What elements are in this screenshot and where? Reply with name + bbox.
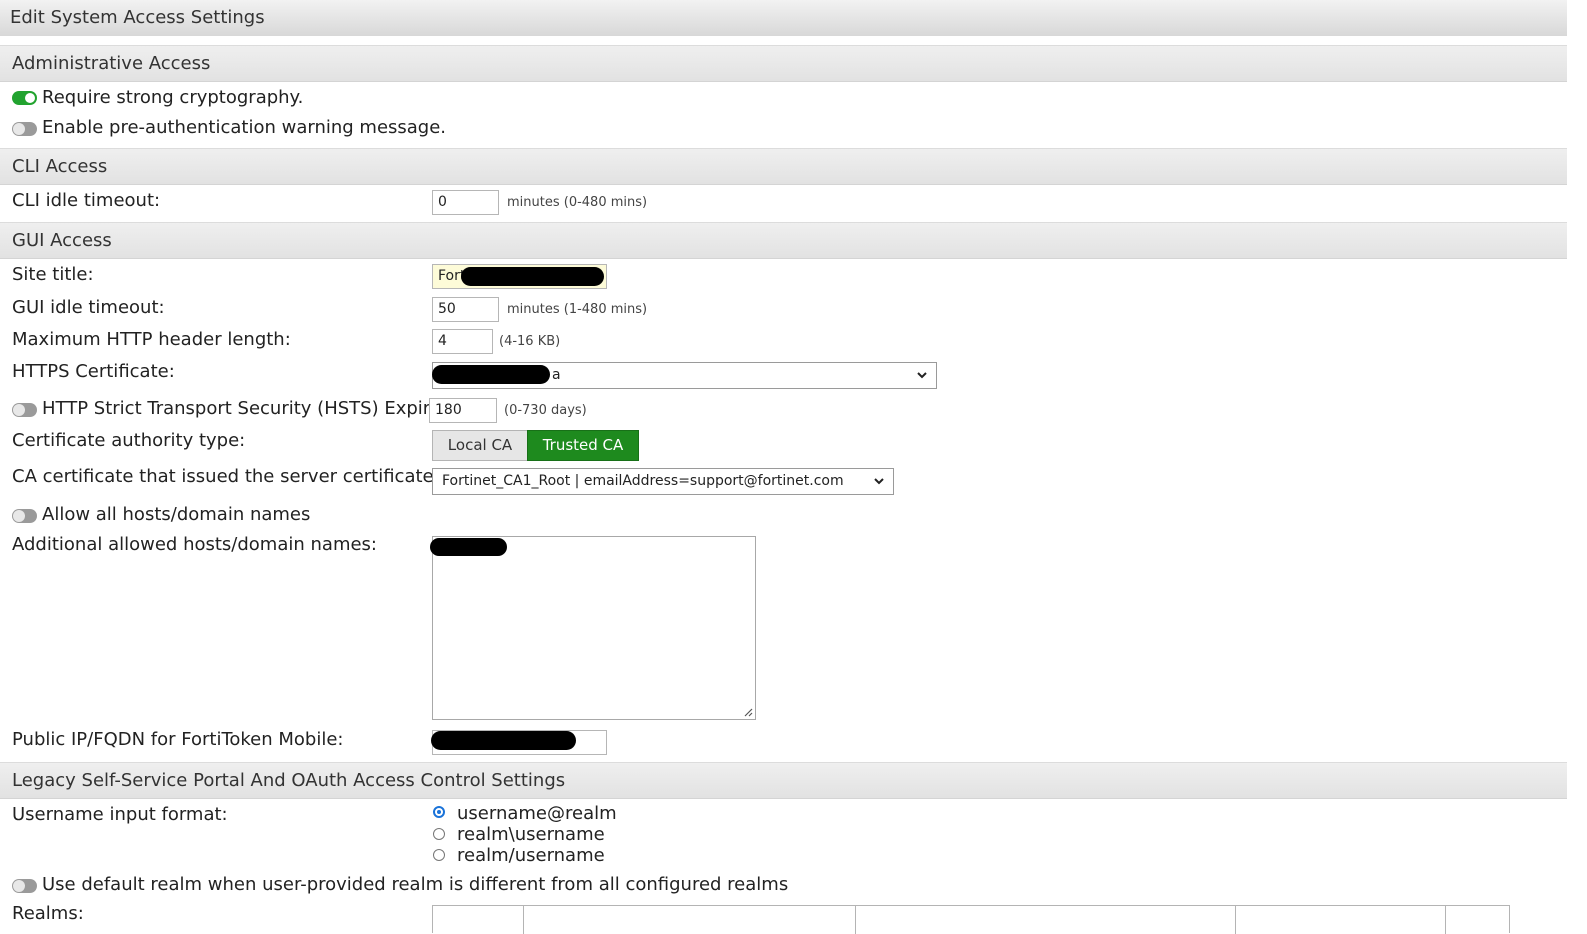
gui-idle-timeout-label: GUI idle timeout: xyxy=(12,297,165,318)
https-certificate-label: HTTPS Certificate: xyxy=(12,361,175,382)
fortitoken-label: Public IP/FQDN for FortiToken Mobile: xyxy=(12,729,344,750)
section-legacy-portal: Legacy Self-Service Portal And OAuth Acc… xyxy=(0,762,1567,799)
username-format-label: Username input format: xyxy=(12,804,228,825)
default-realm-label: Use default realm when user-provided rea… xyxy=(42,874,789,895)
hsts-expiry-input[interactable]: 180 xyxy=(429,398,497,423)
table-divider xyxy=(1235,906,1236,934)
gui-idle-timeout-input[interactable]: 50 xyxy=(432,297,499,322)
hsts-expiry-hint: (0-730 days) xyxy=(504,403,587,418)
redaction-mark xyxy=(432,365,550,384)
https-certificate-value: a xyxy=(552,367,561,383)
table-divider xyxy=(523,906,524,934)
radio-username-at-realm[interactable] xyxy=(433,806,445,818)
radio-username-at-realm-label: username@realm xyxy=(457,803,617,824)
realms-label: Realms: xyxy=(12,903,84,924)
ca-type-label: Certificate authority type: xyxy=(12,430,246,451)
local-ca-button[interactable]: Local CA xyxy=(432,430,528,461)
allow-all-hosts-toggle[interactable] xyxy=(12,509,37,523)
section-administrative-access: Administrative Access xyxy=(0,45,1567,82)
cli-idle-timeout-hint: minutes (0-480 mins) xyxy=(507,195,648,210)
realms-table[interactable] xyxy=(432,905,1510,934)
additional-hosts-label: Additional allowed hosts/domain names: xyxy=(12,534,377,555)
trusted-ca-button[interactable]: Trusted CA xyxy=(527,430,639,461)
http-header-length-label: Maximum HTTP header length: xyxy=(12,329,291,350)
strong-crypto-label: Require strong cryptography. xyxy=(42,87,304,108)
radio-realm-slash-username-label: realm/username xyxy=(457,845,605,866)
pre-auth-warning-toggle[interactable] xyxy=(12,122,37,136)
radio-realm-backslash-username-label: realm\username xyxy=(457,824,605,845)
table-divider xyxy=(1445,906,1446,934)
chevron-down-icon xyxy=(917,372,927,379)
cli-idle-timeout-input[interactable]: 0 xyxy=(432,190,499,215)
site-title-label: Site title: xyxy=(12,264,94,285)
table-divider xyxy=(855,906,856,934)
ca-cert-select[interactable]: Fortinet_CA1_Root | emailAddress=support… xyxy=(432,468,894,495)
chevron-down-icon xyxy=(874,478,884,485)
resize-handle-icon[interactable] xyxy=(743,707,753,717)
section-cli-access: CLI Access xyxy=(0,148,1567,185)
redaction-mark xyxy=(461,267,604,286)
ca-cert-label: CA certificate that issued the server ce… xyxy=(12,466,440,487)
page-title: Edit System Access Settings xyxy=(0,0,1567,36)
section-gui-access: GUI Access xyxy=(0,222,1567,259)
http-header-length-hint: (4-16 KB) xyxy=(499,334,561,349)
allow-all-hosts-label: Allow all hosts/domain names xyxy=(42,504,311,525)
pre-auth-warning-label: Enable pre-authentication warning messag… xyxy=(42,117,447,138)
additional-hosts-textarea[interactable] xyxy=(432,536,756,720)
cli-idle-timeout-label: CLI idle timeout: xyxy=(12,190,161,211)
redaction-mark xyxy=(430,538,507,556)
default-realm-toggle[interactable] xyxy=(12,879,37,893)
radio-realm-slash-username[interactable] xyxy=(433,849,445,861)
gui-idle-timeout-hint: minutes (1-480 mins) xyxy=(507,302,648,317)
strong-crypto-toggle[interactable] xyxy=(12,91,37,105)
ca-cert-value: Fortinet_CA1_Root | emailAddress=support… xyxy=(442,473,844,489)
http-header-length-input[interactable]: 4 xyxy=(432,329,493,354)
hsts-toggle[interactable] xyxy=(12,403,37,417)
hsts-label: HTTP Strict Transport Security (HSTS) Ex… xyxy=(42,398,441,419)
redaction-mark xyxy=(431,731,576,750)
radio-realm-backslash-username[interactable] xyxy=(433,828,445,840)
